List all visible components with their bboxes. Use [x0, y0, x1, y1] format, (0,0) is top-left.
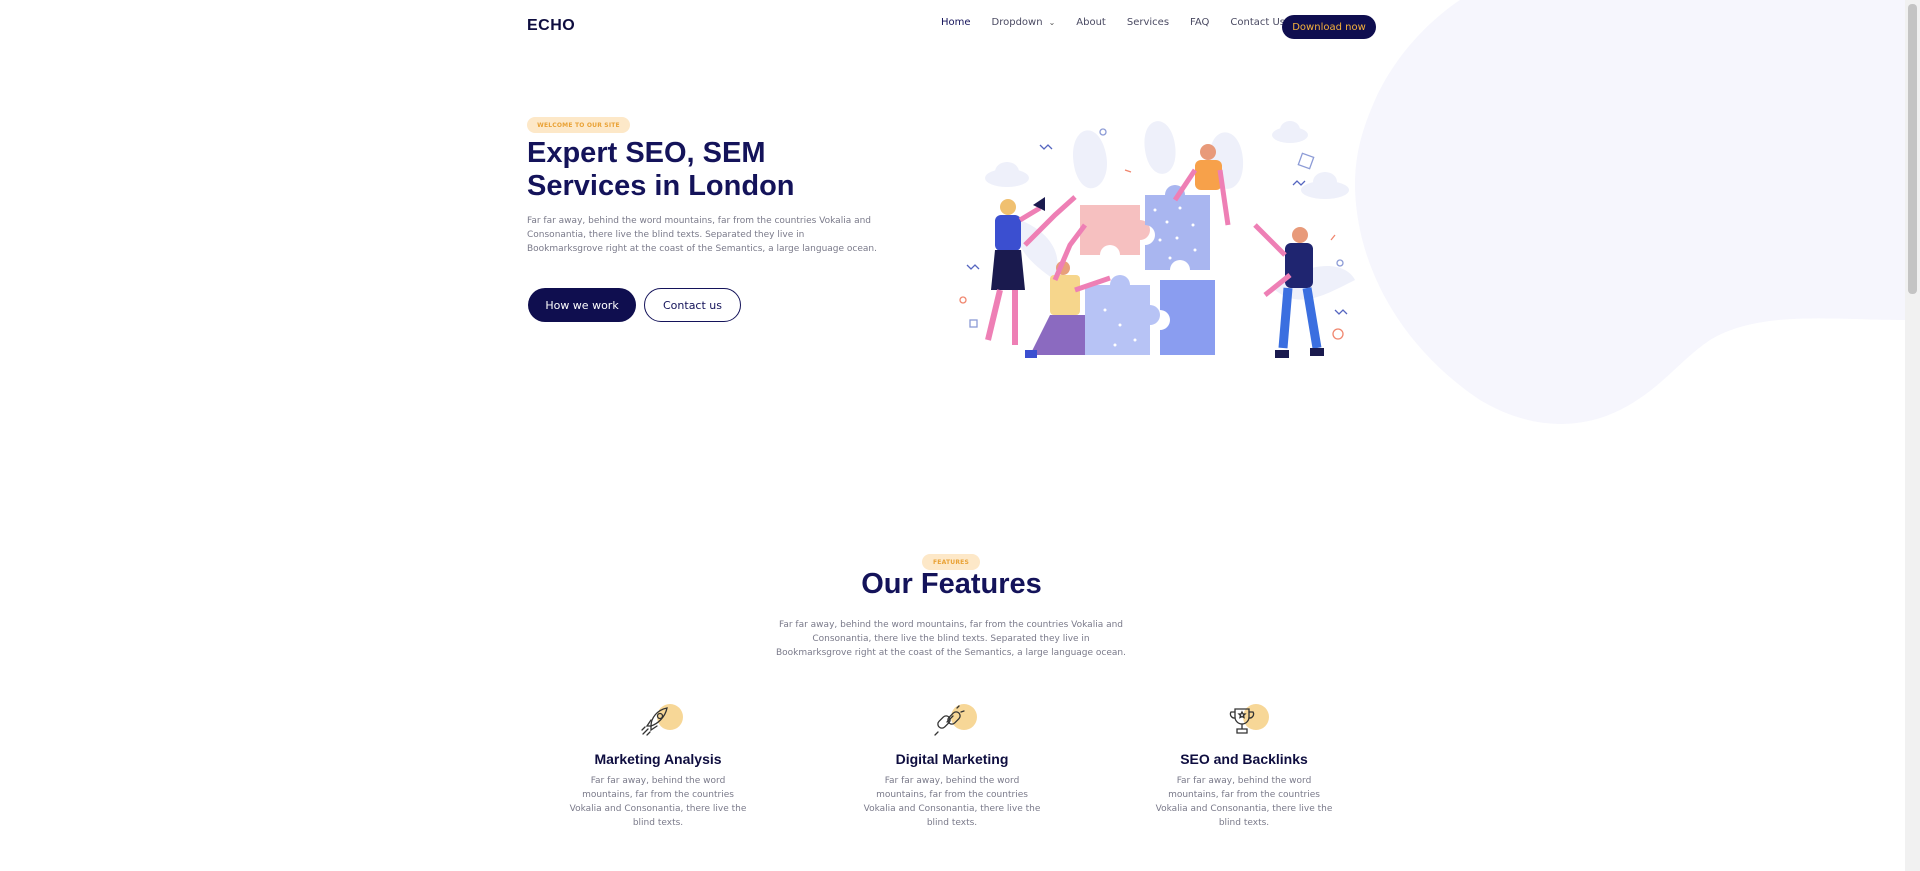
hero-title-line-2: Services in London: [527, 170, 795, 202]
nav-item-services[interactable]: Services: [1127, 17, 1169, 28]
nav-item-home[interactable]: Home: [941, 17, 971, 28]
feature-text: Far far away, behind the word mountains,…: [863, 776, 1041, 828]
hero-description: Far far away, behind the word mountains,…: [527, 216, 877, 254]
trophy-icon: [1219, 698, 1269, 746]
feature-card-digital-marketing: Digital Marketing Far far away, behind t…: [842, 698, 1062, 830]
nav-item-about[interactable]: About: [1076, 17, 1106, 28]
scrollbar-thumb[interactable]: [1908, 4, 1917, 294]
feature-card-seo-backlinks: SEO and Backlinks Far far away, behind t…: [1134, 698, 1354, 830]
download-button[interactable]: Download now: [1282, 15, 1376, 39]
feature-text: Far far away, behind the word mountains,…: [1155, 776, 1333, 828]
hero-title: Expert SEO, SEM Services in London: [527, 137, 927, 203]
hero-illustration: [959, 121, 1355, 358]
rocket-icon: [633, 698, 683, 746]
feature-text: Far far away, behind the word mountains,…: [569, 776, 747, 828]
feature-card-marketing-analysis: Marketing Analysis Far far away, behind …: [548, 698, 768, 830]
hero-title-line-1: Expert SEO, SEM: [527, 137, 766, 169]
nav-item-dropdown-label: Dropdown: [991, 17, 1043, 28]
page: ECHO Home Dropdown ⌄ About Services FAQ …: [0, 0, 1905, 871]
hero-badge: WELCOME TO OUR SITE: [527, 117, 630, 133]
contact-us-button[interactable]: Contact us: [644, 288, 741, 322]
brand-logo[interactable]: ECHO: [527, 17, 575, 35]
link-icon: [927, 698, 977, 746]
feature-title: Digital Marketing: [895, 751, 1009, 767]
chevron-down-icon: ⌄: [1048, 18, 1056, 27]
feature-title: SEO and Backlinks: [1180, 751, 1308, 767]
puzzle-pieces: [1080, 185, 1215, 355]
main-nav: Home Dropdown ⌄ About Services FAQ Conta…: [941, 17, 1306, 28]
nav-item-dropdown[interactable]: Dropdown ⌄: [992, 17, 1056, 28]
features-title: Our Features: [861, 568, 1042, 600]
features-description: Far far away, behind the word mountains,…: [776, 620, 1126, 658]
feature-title: Marketing Analysis: [594, 751, 722, 767]
nav-item-contact[interactable]: Contact Us: [1230, 17, 1285, 28]
page-scrollbar[interactable]: [1905, 0, 1920, 871]
how-we-work-button[interactable]: How we work: [528, 288, 636, 322]
nav-item-faq[interactable]: FAQ: [1190, 17, 1209, 28]
